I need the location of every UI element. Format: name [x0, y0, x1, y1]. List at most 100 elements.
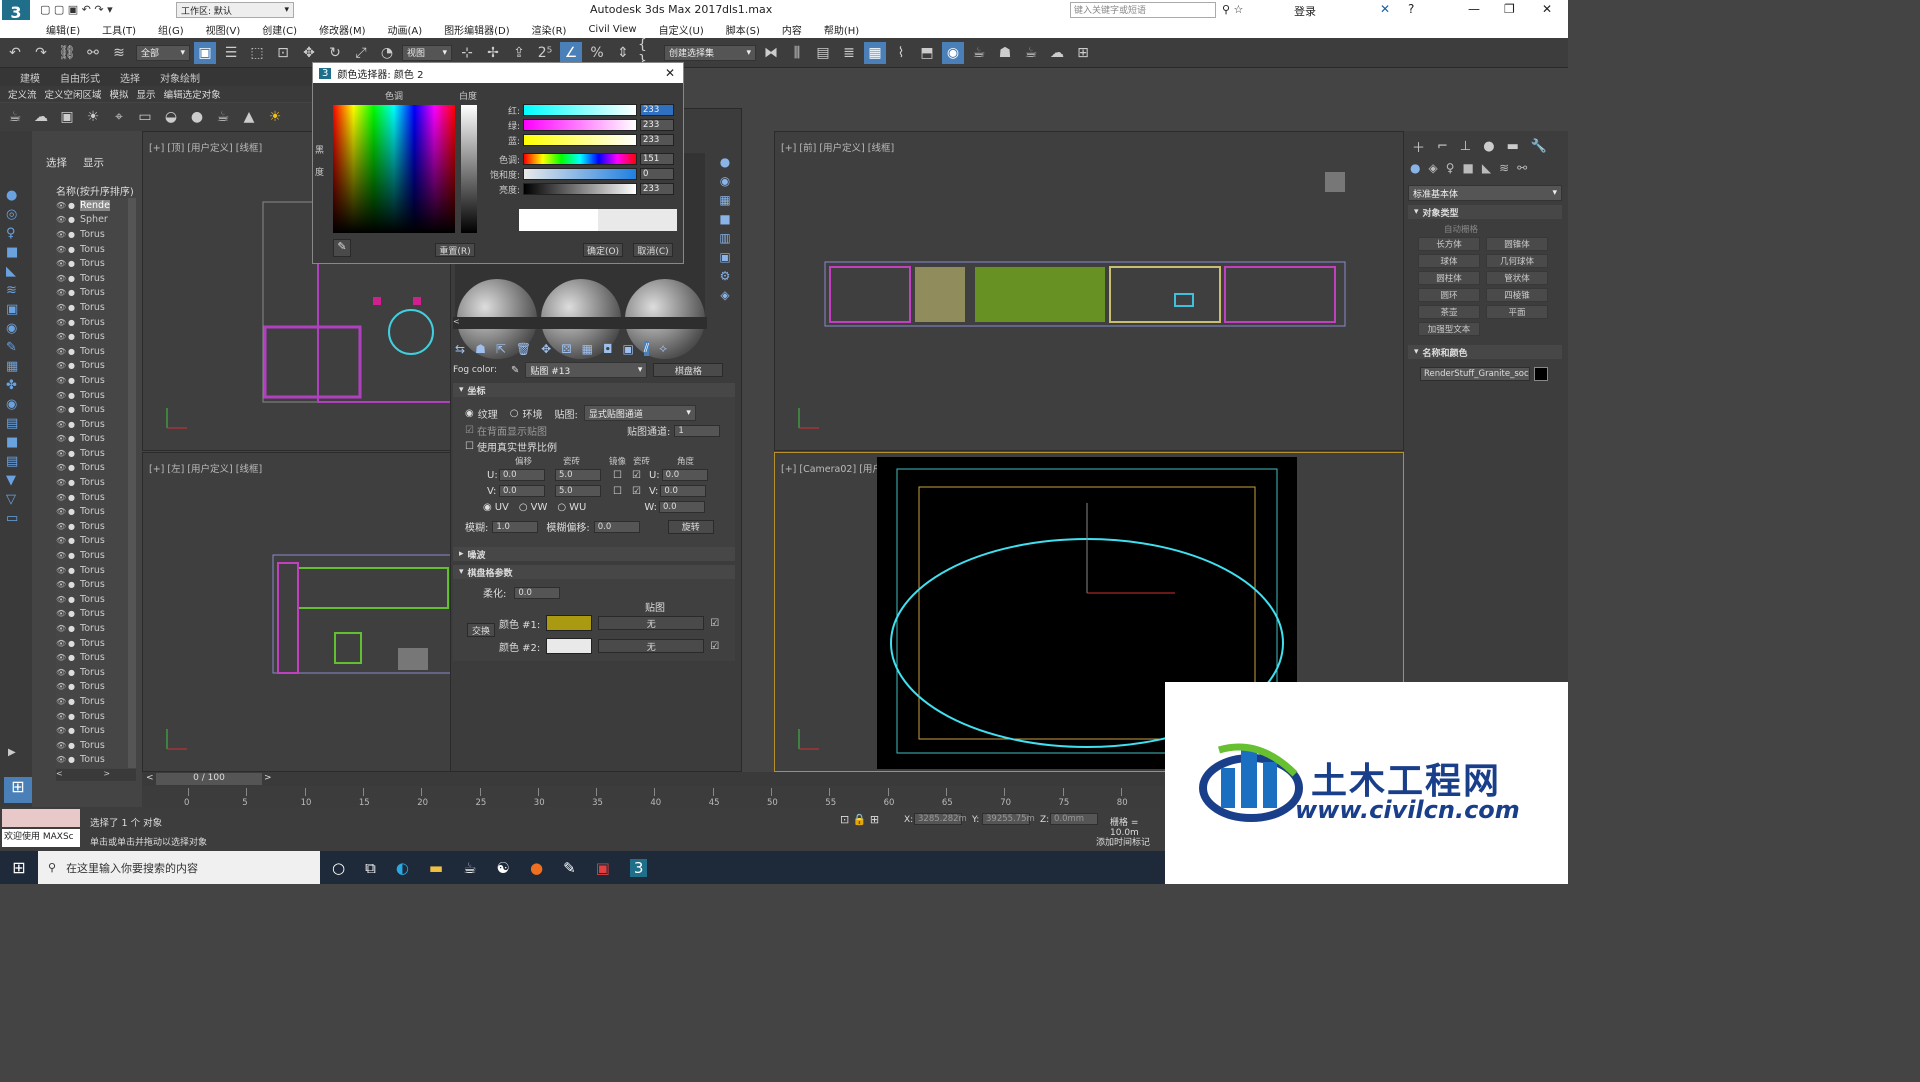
angle-snap-icon[interactable]: ∠	[560, 41, 582, 64]
v-offset-spinner[interactable]: 0.0	[499, 485, 545, 497]
rotate-button[interactable]: 旋转	[667, 519, 714, 534]
hue-blackness-field[interactable]	[333, 105, 455, 233]
scene-list-item[interactable]: 👁 ● Torus	[56, 300, 136, 315]
visibility-icon[interactable]: 👁	[56, 347, 68, 356]
ribbon-command[interactable]: 编辑选定对象	[164, 87, 221, 101]
scene-list-item[interactable]: 👁 ● Torus	[56, 344, 136, 359]
schematic-view-icon[interactable]: ⬒	[916, 42, 938, 64]
teapot2-icon[interactable]: ☕	[212, 106, 234, 128]
command-panel-tabs[interactable]: ＋ ⌐ ⊥ ● ▬ 🔧	[1412, 137, 1547, 156]
menu-item[interactable]: 自定义(U)	[659, 22, 704, 37]
visibility-icon[interactable]: 👁	[56, 376, 68, 385]
teapot-button[interactable]: 茶壶	[1418, 305, 1480, 319]
soften-spinner[interactable]: 0.0	[514, 586, 561, 599]
redo-icon[interactable]: ↷	[30, 42, 52, 64]
scene-list-header[interactable]: 名称(按升序排序)	[56, 183, 134, 198]
scene-list-item[interactable]: 👁 ● Torus	[56, 680, 136, 695]
scene-list-item[interactable]: 👁 ● Torus	[56, 723, 136, 738]
visibility-icon[interactable]: 👁	[56, 303, 68, 312]
time-slider-thumb[interactable]: 0 / 100	[156, 773, 262, 785]
x-coord[interactable]: 3285.282m	[914, 813, 967, 825]
window-crossing-icon[interactable]: ⊡	[272, 42, 294, 64]
scene-list-item[interactable]: 👁 ● Torus	[56, 227, 136, 242]
workspace-dropdown[interactable]: 工作区: 默认 ▾	[176, 2, 294, 18]
cancel-button[interactable]: 取消(C)	[633, 243, 673, 257]
scene-list-item[interactable]: 👁 ● Torus	[56, 504, 136, 519]
scene-list-item[interactable]: 👁 ● Torus	[56, 577, 136, 592]
visibility-icon[interactable]: 👁	[56, 682, 68, 691]
menu-item[interactable]: 图形编辑器(D)	[444, 22, 510, 37]
y-coord[interactable]: 39255.75m	[982, 813, 1035, 825]
reset-button[interactable]: 重置(R)	[435, 243, 475, 257]
camera-icon[interactable]: ⌖	[108, 106, 130, 128]
scene-list-item[interactable]: 👁 ● Torus	[56, 490, 136, 505]
visibility-icon[interactable]: 👁	[56, 507, 68, 516]
taskbar-apps[interactable]: ○ ⧉ ◐ ▬ ☕ ☯ ● ✎ ▣ 3	[332, 858, 648, 877]
sphere-button[interactable]: 球体	[1418, 254, 1480, 268]
real-world-checkbox[interactable]: ☐	[465, 441, 474, 452]
color1-map-checkbox[interactable]: ☑	[710, 618, 719, 629]
u-tile-checkbox[interactable]: ☑	[632, 470, 641, 481]
v-mirror-checkbox[interactable]: ☐	[613, 486, 622, 497]
visibility-icon[interactable]: 👁	[56, 201, 68, 210]
green-slider[interactable]	[523, 119, 637, 131]
quick-access-icons[interactable]: ▢ ▢ ▣ ↶ ↷ ▾	[40, 3, 113, 16]
bind-spacewarp-icon[interactable]: ≋	[108, 42, 130, 64]
scene-list-item[interactable]: 👁 ● Torus	[56, 650, 136, 665]
scene-list-item[interactable]: 👁 ● Torus	[56, 373, 136, 388]
eyedropper-icon[interactable]: ✎	[333, 239, 351, 257]
map-channel-spinner[interactable]: 1	[674, 424, 721, 437]
mirror-icon[interactable]: ⧓	[760, 42, 782, 64]
scene-list-item[interactable]: 👁 ● Torus	[56, 256, 136, 271]
material-editor-icon[interactable]: ◉	[942, 41, 964, 64]
map-type-button[interactable]: 棋盘格	[653, 363, 724, 377]
render-setup-icon[interactable]: ☕	[968, 42, 990, 64]
menu-item[interactable]: 脚本(S)	[726, 22, 760, 37]
move-icon[interactable]: ✥	[298, 42, 320, 64]
ribbon-command[interactable]: 定义空闲区域	[45, 87, 102, 101]
plane-button[interactable]: 平面	[1486, 305, 1548, 319]
visibility-icon[interactable]: 👁	[56, 755, 68, 764]
edit-named-selection-icon[interactable]: { }	[638, 37, 660, 69]
render-cloud-icon[interactable]: ☁	[1046, 42, 1068, 64]
ribbon-command[interactable]: 模拟	[110, 87, 129, 101]
name-color-header[interactable]: ▾ 名称和颜色	[1408, 345, 1562, 359]
windows-start-icon[interactable]: ⊞	[0, 858, 38, 877]
visibility-icon[interactable]: 👁	[56, 391, 68, 400]
visibility-icon[interactable]: 👁	[56, 434, 68, 443]
noise-rollout[interactable]: ▸ 噪波	[453, 547, 735, 561]
expand-arrow-icon[interactable]: ▶	[8, 747, 16, 758]
show-map-back-checkbox[interactable]: ☑	[465, 425, 474, 436]
scene-list-item[interactable]: 👁 ● Torus	[56, 446, 136, 461]
saturation-spinner[interactable]: 0	[640, 168, 674, 180]
scene-list-item[interactable]: 👁 ● Torus	[56, 475, 136, 490]
spinner-snap-icon[interactable]: ⇕	[612, 42, 634, 64]
visibility-icon[interactable]: 👁	[56, 551, 68, 560]
keyboard-shortcut-icon[interactable]: ⇪	[508, 42, 530, 64]
login-link[interactable]: 登录	[1294, 3, 1316, 19]
scene-tab-display[interactable]: 显示	[83, 155, 104, 170]
swap-button[interactable]: 交换	[467, 623, 495, 637]
image-icon[interactable]: ▣	[56, 106, 78, 128]
scene-list-item[interactable]: 👁 ● Torus	[56, 315, 136, 330]
blue-spinner[interactable]: 233	[640, 134, 674, 146]
object-color-swatch[interactable]	[1534, 367, 1548, 381]
primitive-type-dropdown[interactable]: 标准基本体 ▾	[1408, 185, 1562, 201]
minimize-icon[interactable]: —	[1468, 2, 1480, 16]
ribbon-command[interactable]: 显示	[137, 87, 156, 101]
visibility-icon[interactable]: 👁	[56, 595, 68, 604]
cylinder-button[interactable]: 圆柱体	[1418, 271, 1480, 285]
hue-slider[interactable]	[523, 153, 637, 165]
snap-toggle-icon[interactable]: 2⁵	[534, 42, 556, 64]
hue-spinner[interactable]: 151	[640, 153, 674, 165]
menu-item[interactable]: 渲染(R)	[532, 22, 567, 37]
filter-icons[interactable]: ● ◎ ♀ ■ ◣ ≋ ▣ ◉ ✎ ▦ ✤ ◉ ▤ ■ ▤ ▼ ▽ ▭	[6, 186, 32, 528]
map-name-field[interactable]: 贴图 #13 ▾	[525, 362, 648, 378]
box-button[interactable]: 长方体	[1418, 237, 1480, 251]
undo-icon[interactable]: ↶	[4, 42, 26, 64]
rendered-frame-icon[interactable]: ☗	[994, 42, 1016, 64]
color1-swatch[interactable]	[546, 615, 593, 631]
menu-item[interactable]: 创建(C)	[262, 22, 297, 37]
u-angle-spinner[interactable]: 0.0	[661, 469, 708, 481]
visibility-icon[interactable]: 👁	[56, 741, 68, 750]
